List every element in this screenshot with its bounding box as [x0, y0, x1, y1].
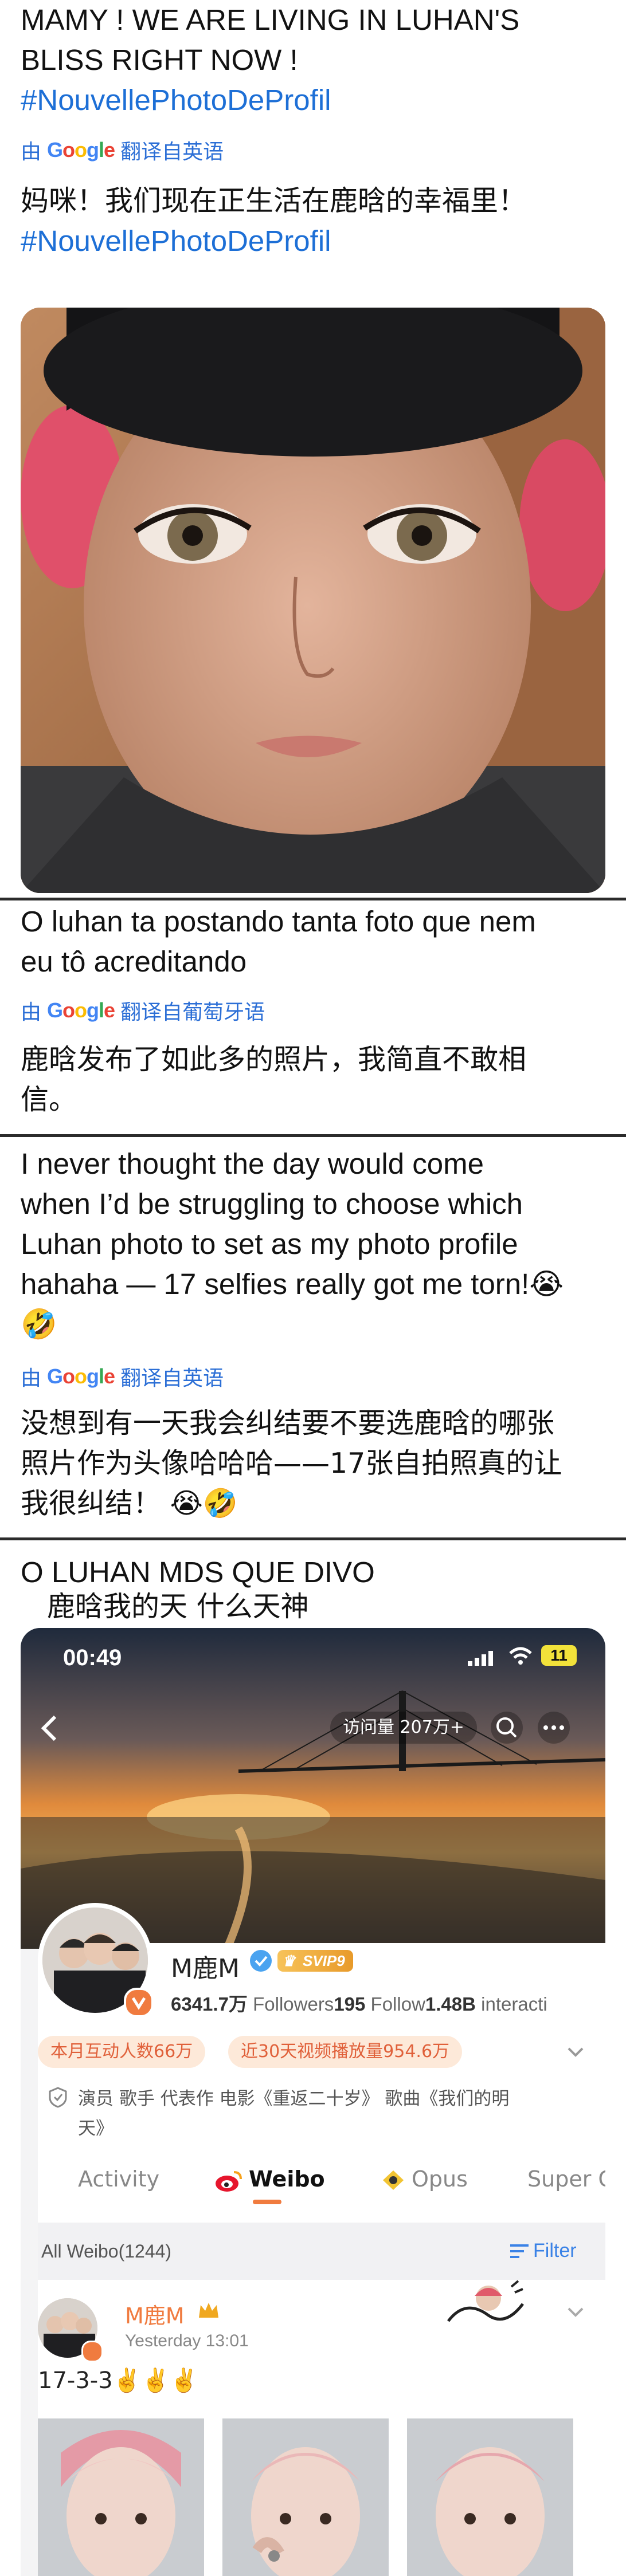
post3-translation: 没想到有一天我会纠结要不要选鹿晗的哪张 照片作为头像哈哈哈——17张自拍照真的让… [21, 1403, 617, 1524]
post3-translation-line2: 照片作为头像哈哈哈——17张自拍照真的让 [21, 1447, 562, 1480]
verified-badge-icon [124, 1988, 154, 2017]
post-time: Yesterday 13:01 [125, 2331, 249, 2350]
tab-activity[interactable]: Activity [78, 2166, 159, 2192]
post3-translate-link[interactable]: 由 Google 翻译自英语 [21, 1362, 224, 1391]
profile-bio: 演员 歌手 代表作 电影《重返二十岁》 歌曲《我们的明 天》 [78, 2084, 582, 2144]
selfie-photo-1[interactable] [21, 308, 605, 893]
more-icon[interactable] [538, 1712, 570, 1744]
interactions-label: interacti [481, 1993, 547, 2015]
post1-translation-hashtag[interactable]: #NouvellePhotoDeProfil [21, 221, 617, 261]
post-image-1[interactable] [38, 2418, 204, 2576]
bio-line1: 演员 歌手 代表作 电影《重返二十岁》 歌曲《我们的明 [78, 2089, 510, 2109]
post2-translation: 鹿晗发布了如此多的照片，我简直不敢相 信。 [21, 1040, 617, 1120]
divider-2 [0, 1134, 626, 1137]
translate-by: 由 [21, 1366, 42, 1390]
divider-1 [0, 898, 626, 900]
post4-text: O LUHAN MDS QUE DIVO 鹿晗我的天 什么天神 [21, 1555, 617, 1624]
chip-video-plays[interactable]: 近30天视频播放量954.6万 [228, 2036, 463, 2068]
chevron-down-icon[interactable] [565, 2042, 586, 2062]
post4-line2: 鹿晗我的天 什么天神 [47, 1590, 309, 1623]
follow-label[interactable]: Follow [371, 1993, 425, 2015]
post2-translation-line1: 鹿晗发布了如此多的照片，我简直不敢相 [21, 1043, 527, 1076]
all-weibo-count: All Weibo(1244) [41, 2241, 172, 2262]
wifi-icon [509, 1646, 532, 1666]
active-tab-indicator [253, 2200, 281, 2204]
translate-by: 由 [21, 140, 42, 163]
crown-badge-icon [197, 2300, 220, 2321]
post3-translation-line1: 没想到有一天我会纠结要不要选鹿晗的哪张 [21, 1407, 555, 1440]
post1-line1: MAMY ! WE ARE LIVING IN LUHAN'S [21, 3, 520, 36]
svip-label: SVIP9 [303, 1952, 345, 1969]
chip-monthly-interactions[interactable]: 本月互动人数66万 [38, 2036, 206, 2068]
followers-count[interactable]: 6341.7万 [171, 1993, 248, 2015]
weibo-profile-screenshot: 00:49 11 访问量 207万+ M鹿M ♛ SVIP9 6341.7万 F… [21, 1628, 605, 2576]
post3-text: I never thought the day would come when … [21, 1144, 617, 1344]
crown-icon: ♛ [282, 1952, 296, 1969]
weibo-cover-image [21, 1628, 605, 1949]
blue-verified-icon [250, 1950, 272, 1972]
profile-stats: 6341.7万 Followers195 Follow1.48B interac… [171, 1989, 547, 2016]
post3-line2: when I’d be struggling to choose which [21, 1187, 523, 1220]
translate-label: 翻译自英语 [120, 140, 224, 163]
tab-weibo[interactable]: Weibo [249, 2166, 325, 2192]
profile-name: M鹿M [171, 1954, 240, 1983]
post-image-2[interactable] [222, 2418, 389, 2576]
filter-button[interactable]: Filter [533, 2240, 577, 2262]
post3-line3: Luhan photo to set as my photo profile [21, 1228, 518, 1260]
post1-translation: 妈咪！我们现在正生活在鹿晗的幸福里！ #NouvellePhotoDeProfi… [21, 181, 617, 261]
post2-translate-link[interactable]: 由 Google 翻译自葡萄牙语 [21, 996, 265, 1025]
weibo-logo-icon [214, 2169, 244, 2193]
selfie-photo-1-illustration [21, 308, 605, 893]
post-menu-chevron-icon[interactable] [565, 2302, 586, 2322]
tab-super-topic[interactable]: Super C [527, 2166, 605, 2192]
post-author-name[interactable]: M鹿M [125, 2298, 185, 2330]
google-logo: Google [47, 138, 115, 162]
post-image-3[interactable] [407, 2418, 573, 2576]
post1-hashtag-link[interactable]: #NouvellePhotoDeProfil [21, 80, 617, 120]
post3-translation-line3: 我很纠结！ 😭🤣 [21, 1487, 238, 1520]
interactions-count: 1.48B [425, 1993, 476, 2015]
svip-badge: ♛ SVIP9 [277, 1950, 353, 1972]
post4-line1: O LUHAN MDS QUE DIVO [21, 1556, 375, 1588]
back-icon[interactable] [38, 1714, 61, 1743]
post1-line2: BLISS RIGHT NOW ! [21, 44, 298, 76]
follow-count[interactable]: 195 [334, 1993, 365, 2015]
translate-label: 翻译自英语 [120, 1366, 224, 1390]
bio-line2: 天》 [78, 2118, 114, 2139]
post3-line4: hahaha — 17 selfies really got me torn!😭 [21, 1268, 564, 1300]
post-verified-badge-icon [81, 2341, 103, 2362]
post3-line1: I never thought the day would come [21, 1147, 484, 1180]
post-text: 17-3-3✌️✌️✌️ [38, 2367, 199, 2394]
post-decoration-sticker [443, 2275, 529, 2338]
battery-icon: 11 [541, 1645, 577, 1666]
post1-text: MAMY ! WE ARE LIVING IN LUHAN'S BLISS RI… [21, 0, 617, 120]
search-icon[interactable] [491, 1712, 523, 1744]
visits-counter[interactable]: 访问量 207万+ [330, 1712, 477, 1744]
google-logo: Google [47, 1364, 115, 1388]
post2-text: O luhan ta postando tanta foto que nem e… [21, 902, 617, 982]
followers-label[interactable]: Followers [253, 1993, 334, 2015]
divider-3 [0, 1537, 626, 1540]
post3-line5: 🤣 [21, 1308, 57, 1340]
signal-icon [468, 1649, 502, 1666]
google-logo: Google [47, 998, 115, 1022]
opus-icon [381, 2169, 406, 2192]
translate-by: 由 [21, 1000, 42, 1024]
tab-opus[interactable]: Opus [412, 2166, 468, 2192]
post1-translation-line1: 妈咪！我们现在正生活在鹿晗的幸福里！ [21, 184, 527, 217]
post2-translation-line2: 信。 [21, 1083, 77, 1116]
status-time: 00:49 [63, 1645, 122, 1670]
post1-translate-link[interactable]: 由 Google 翻译自英语 [21, 135, 224, 165]
translate-label: 翻译自葡萄牙语 [120, 1000, 265, 1024]
post2-line2: eu tô acreditando [21, 945, 247, 978]
shield-icon [48, 2086, 68, 2108]
post2-line1: O luhan ta postando tanta foto que nem [21, 905, 536, 938]
filter-icon[interactable] [509, 2242, 530, 2262]
